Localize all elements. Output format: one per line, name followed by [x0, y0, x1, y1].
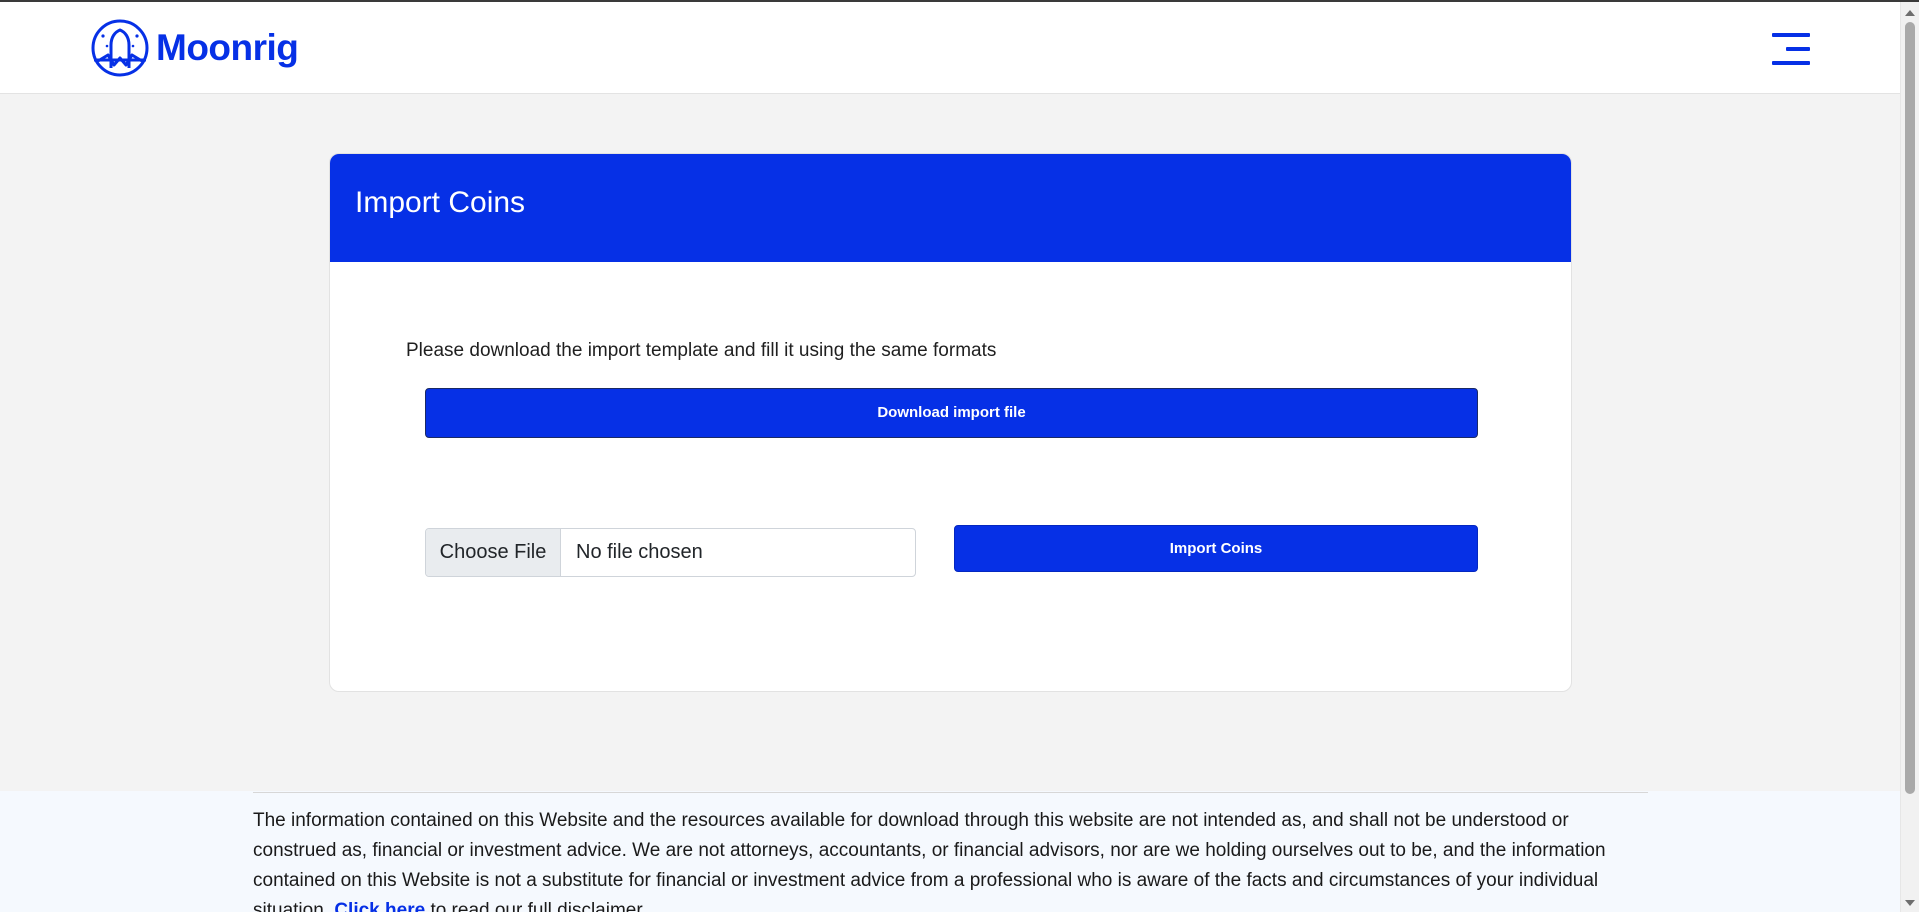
disclaimer-text: The information contained on this Websit…	[253, 810, 1606, 912]
scroll-up-icon[interactable]	[1905, 10, 1915, 16]
disclaimer-link-suffix: to read our full disclaimer.	[430, 900, 647, 912]
logo[interactable]: Moonrig	[90, 18, 299, 78]
hamburger-menu-icon[interactable]	[1768, 31, 1810, 67]
card-header: Import Coins	[330, 154, 1571, 262]
import-instruction: Please download the import template and …	[406, 340, 997, 361]
page: Moonrig Import Coins Please download the…	[0, 0, 1919, 912]
import-coins-button[interactable]: Import Coins	[954, 525, 1478, 572]
footer-divider	[253, 792, 1648, 793]
menu-line	[1772, 33, 1810, 37]
file-input[interactable]: Choose File No file chosen	[425, 528, 916, 577]
menu-line	[1786, 47, 1810, 51]
logo-text: Moonrig	[156, 27, 299, 68]
choose-file-button[interactable]: Choose File	[426, 529, 561, 576]
download-import-file-button[interactable]: Download import file	[425, 388, 1478, 438]
disclaimer-footer: The information contained on this Websit…	[0, 791, 1900, 912]
menu-line	[1772, 61, 1810, 65]
disclaimer-link[interactable]: Click here	[334, 900, 425, 912]
scrollbar-thumb[interactable]	[1905, 22, 1915, 794]
scroll-down-icon[interactable]	[1905, 900, 1915, 906]
import-coins-card: Import Coins Please download the import …	[329, 153, 1572, 692]
site-header: Moonrig	[0, 2, 1900, 94]
moon-shield-icon	[91, 19, 149, 77]
file-status-text: No file chosen	[576, 541, 703, 563]
vertical-scrollbar[interactable]	[1900, 2, 1919, 912]
disclaimer: The information contained on this Websit…	[253, 806, 1653, 912]
page-title: Import Coins	[355, 186, 526, 219]
